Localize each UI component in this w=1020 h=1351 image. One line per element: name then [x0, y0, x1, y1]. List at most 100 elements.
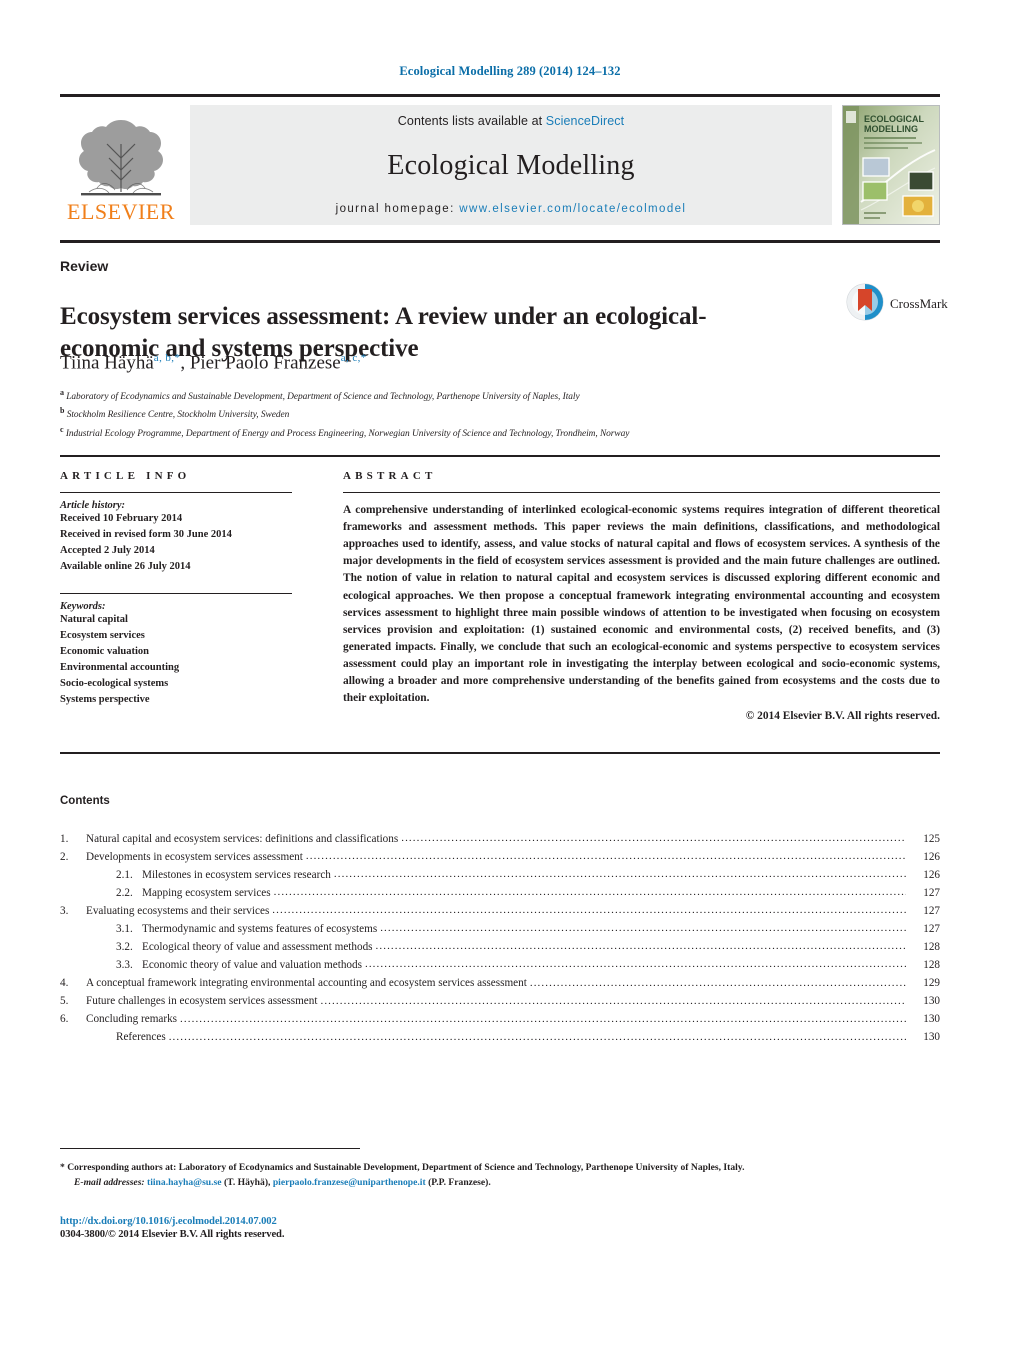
journal-cover-thumbnail: ECOLOGICAL MODELLING	[842, 105, 940, 225]
affiliation-text: Laboratory of Ecodynamics and Sustainabl…	[66, 392, 580, 403]
toc-entry-label: Ecological theory of value and assessmen…	[142, 941, 373, 954]
contents-available-line: Contents lists available at ScienceDirec…	[398, 114, 624, 128]
toc-entry-label: A conceptual framework integrating envir…	[86, 977, 527, 990]
toc-dot-leader: ........................................…	[180, 1012, 906, 1025]
keywords-label: Keywords:	[60, 600, 106, 612]
corresponding-text: Corresponding authors at: Laboratory of …	[67, 1162, 745, 1173]
toc-dot-leader: ........................................…	[529, 976, 906, 989]
elsevier-tree-icon	[67, 114, 175, 200]
article-info-divider	[60, 492, 292, 493]
toc-subsection-number: 2.2.	[116, 887, 133, 900]
journal-article-first-page: Ecological Modelling 289 (2014) 124–132	[0, 0, 1020, 1351]
keyword-item: Socio-ecological systems	[60, 677, 169, 689]
toc-subsection-number: 3.2.	[116, 941, 133, 954]
author-name: Pier Paolo Franzese	[189, 352, 341, 374]
masthead-top-rule	[60, 94, 940, 97]
keyword-item: Natural capital	[60, 613, 128, 625]
keyword-item: Ecosystem services	[60, 629, 145, 641]
toc-entry-label: Thermodynamic and systems features of ec…	[142, 923, 378, 936]
toc-entry-label: Developments in ecosystem services asses…	[86, 851, 303, 864]
crossmark-badge[interactable]: CrossMark	[845, 281, 948, 327]
toc-row[interactable]: 6. Concluding remarks....................…	[60, 1013, 940, 1026]
affiliation-item: a Laboratory of Ecodynamics and Sustaina…	[60, 387, 860, 405]
article-history-item: Available online 26 July 2014	[60, 560, 191, 572]
journal-homepage-link[interactable]: www.elsevier.com/locate/ecolmodel	[459, 203, 686, 215]
abstract-heading: ABSTRACT	[343, 470, 437, 482]
affiliation-item: b Stockholm Resilience Centre, Stockholm…	[60, 405, 860, 423]
sciencedirect-link[interactable]: ScienceDirect	[546, 114, 624, 128]
toc-page-number: 126	[923, 869, 940, 882]
toc-row[interactable]: 3.3. Economic theory of value and valuati…	[60, 958, 940, 972]
toc-page-number: 126	[923, 851, 940, 864]
toc-row[interactable]: 3. Evaluating ecosystems and their servic…	[60, 904, 940, 918]
author-list: Tiina Häyhäa, b,*, Pier Paolo Franzesea,…	[60, 352, 367, 374]
toc-row[interactable]: References..............................…	[60, 1031, 940, 1044]
article-type-label: Review	[60, 258, 109, 274]
email-owner-2: (P.P. Franzese).	[428, 1177, 491, 1189]
toc-row[interactable]: 3.2. Ecological theory of value and asses…	[60, 940, 940, 954]
toc-subsection-number: 2.1.	[116, 869, 133, 882]
abstract-block-top-rule	[60, 455, 940, 457]
toc-page-number: 127	[923, 923, 940, 936]
toc-dot-leader: ........................................…	[168, 1030, 906, 1043]
toc-page-number: 129	[923, 977, 940, 990]
toc-entry-label: Concluding remarks	[86, 1013, 178, 1026]
toc-dot-leader: ........................................…	[273, 886, 906, 899]
abstract-block-bottom-rule	[60, 752, 940, 754]
toc-row[interactable]: 1. Natural capital and ecosystem services…	[60, 832, 940, 846]
journal-homepage-line: journal homepage: www.elsevier.com/locat…	[336, 203, 687, 215]
toc-entry-label: Natural capital and ecosystem services: …	[86, 833, 399, 845]
toc-page-number: 127	[923, 905, 940, 918]
toc-row[interactable]: 3.1. Thermodynamic and systems features o…	[60, 922, 940, 936]
keyword-item: Economic valuation	[60, 645, 149, 657]
article-info-heading: ARTICLE INFO	[60, 470, 191, 482]
toc-dot-leader: ........................................…	[333, 868, 906, 881]
abstract-copyright: © 2014 Elsevier B.V. All rights reserved…	[745, 710, 940, 723]
issn-copyright: 0304-3800/© 2014 Elsevier B.V. All right…	[60, 1229, 285, 1240]
doi-link[interactable]: http://dx.doi.org/10.1016/j.ecolmodel.20…	[60, 1216, 284, 1227]
abstract-column: ABSTRACT A comprehensive understanding o…	[343, 470, 940, 722]
toc-page-number: 127	[923, 887, 940, 900]
affiliation-mark: a	[60, 388, 64, 397]
toc-dot-leader: ........................................…	[320, 994, 906, 1007]
toc-row[interactable]: 4. A conceptual framework integrating env…	[60, 977, 940, 990]
article-top-rule	[60, 240, 940, 243]
toc-section-number: 4.	[60, 977, 69, 990]
toc-entry-label: Evaluating ecosystems and their services	[86, 905, 270, 918]
masthead-center-panel: Contents lists available at ScienceDirec…	[190, 105, 832, 225]
toc-section-number: 6.	[60, 1013, 69, 1026]
email-link-1[interactable]: tiina.hayha@su.se	[147, 1177, 222, 1188]
doi-block: http://dx.doi.org/10.1016/j.ecolmodel.20…	[60, 1216, 284, 1240]
toc-row[interactable]: 2.2. Mapping ecosystem services..........…	[60, 886, 940, 900]
toc-dot-leader: ........................................…	[272, 904, 906, 917]
toc-row[interactable]: 5. Future challenges in ecosystem service…	[60, 995, 940, 1008]
article-history-item: Accepted 2 July 2014	[60, 544, 155, 556]
affiliation-list: a Laboratory of Ecodynamics and Sustaina…	[60, 387, 860, 442]
toc-row[interactable]: 2.1. Milestones in ecosystem services res…	[60, 868, 940, 882]
svg-text:MODELLING: MODELLING	[864, 124, 918, 134]
toc-page-number: 130	[923, 1031, 940, 1044]
toc-subsection-number: 3.1.	[116, 923, 133, 936]
toc-dot-leader: ........................................…	[380, 922, 906, 935]
affiliation-item: c Industrial Ecology Programme, Departme…	[60, 424, 860, 442]
article-history-label: Article history:	[60, 500, 126, 511]
email-link-2[interactable]: pierpaolo.franzese@uniparthenope.it	[273, 1177, 426, 1188]
table-of-contents: 1. Natural capital and ecosystem services…	[60, 832, 940, 1049]
toc-dot-leader: ........................................…	[305, 850, 906, 863]
running-head: Ecological Modelling 289 (2014) 124–132	[399, 64, 621, 78]
abstract-text: A comprehensive understanding of interli…	[343, 504, 940, 705]
email-owner-1: (T. Häyhä),	[223, 1177, 271, 1189]
elsevier-wordmark: ELSEVIER	[67, 199, 175, 224]
homepage-prefix: journal homepage:	[335, 203, 460, 215]
toc-section-number: 3.	[60, 905, 69, 918]
article-history-item: Received in revised form 30 June 2014	[60, 528, 232, 540]
corresponding-mark: *	[60, 1162, 65, 1173]
keywords-divider	[60, 592, 292, 594]
contents-heading: Contents	[60, 795, 110, 807]
toc-page-number: 128	[923, 959, 940, 972]
affiliation-mark: b	[60, 406, 65, 416]
toc-entry-label: Future challenges in ecosystem services …	[86, 995, 318, 1008]
toc-entry-label: Economic theory of value and valuation m…	[142, 959, 362, 972]
toc-row[interactable]: 2. Developments in ecosystem services ass…	[60, 850, 940, 864]
toc-section-number: 1.	[60, 833, 69, 845]
